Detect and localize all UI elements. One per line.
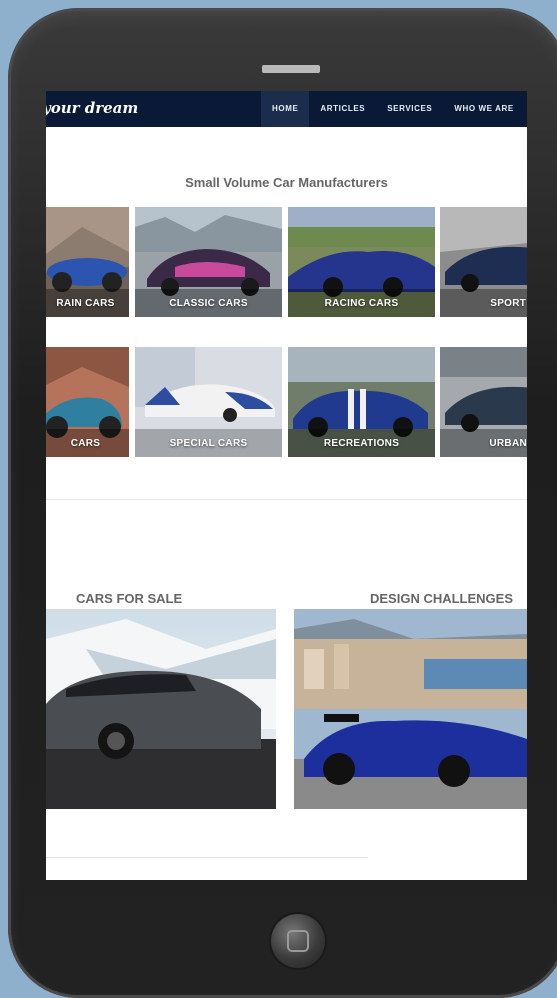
phone-screen: your dream HOME ARTICLES SERVICES WHO WE… [46,91,527,880]
tile-label: URBAN C [489,438,527,449]
sports-car-snow-image [46,609,276,809]
design-challenges-title[interactable]: DESIGN CHALLENGES [370,591,513,606]
nav-item-articles[interactable]: ARTICLES [309,91,376,127]
manufacturers-title: Small Volume Car Manufacturers [185,175,388,190]
category-tile-sport-cars[interactable]: SPORT C [440,207,527,317]
tile-label: SPECIAL CARS [169,438,248,449]
tile-label: RACING CARS [324,298,399,309]
home-square-icon [287,930,309,952]
tile-label: RAIN CARS [56,298,115,309]
category-tile-classic-cars[interactable]: CLASSIC CARS [135,207,282,317]
tile-label: CARS [70,438,101,449]
category-tile-recreations[interactable]: RECREATIONS [288,347,435,457]
tile-label: SPORT C [490,298,527,309]
brand-logo[interactable]: your dream [46,99,138,117]
section-divider [46,499,527,500]
footer-divider [46,857,368,858]
design-challenges-image[interactable] [294,609,527,809]
category-tile-special-cars[interactable]: SPECIAL CARS [135,347,282,457]
nav-item-who-we-are[interactable]: WHO WE ARE [443,91,524,127]
category-tile-racing-cars[interactable]: RACING CARS [288,207,435,317]
category-tile-urban-cars[interactable]: URBAN C [440,347,527,457]
category-tile-row2-first[interactable]: CARS [46,347,129,457]
tile-label: CLASSIC CARS [169,298,248,309]
nav-menu: HOME ARTICLES SERVICES WHO WE ARE [261,91,525,127]
cars-for-sale-image[interactable] [46,609,276,809]
navbar: your dream HOME ARTICLES SERVICES WHO WE… [46,91,527,127]
category-tile-rain-cars[interactable]: RAIN CARS [46,207,129,317]
nav-item-home[interactable]: HOME [261,91,310,127]
monaco-racecar-image [294,609,527,809]
nav-item-services[interactable]: SERVICES [376,91,443,127]
home-button[interactable] [271,914,325,968]
tile-label: RECREATIONS [323,438,400,449]
cars-for-sale-title[interactable]: CARS FOR SALE [76,591,182,606]
phone-speaker [262,65,320,73]
